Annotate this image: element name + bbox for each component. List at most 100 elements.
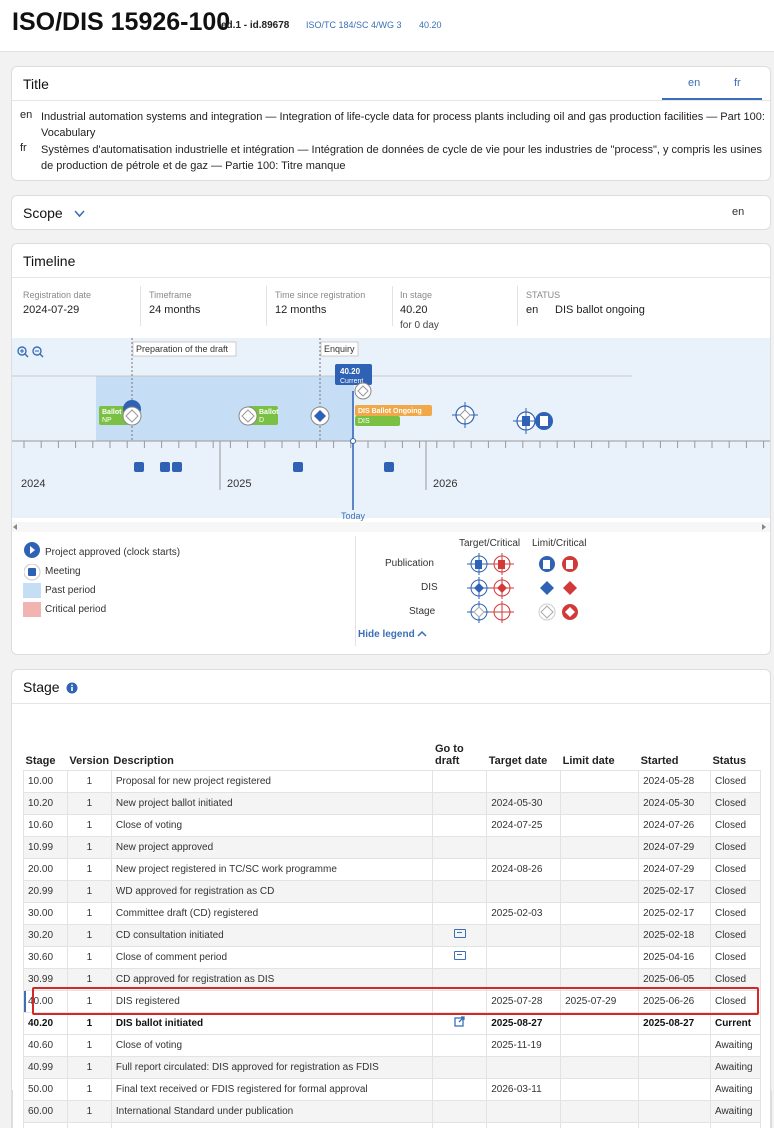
scope-card[interactable]: Scope en [11,195,771,230]
cell-desc: DIS ballot initiated [110,1011,434,1035]
current-stage-code: 40.20 [340,367,361,376]
cell-started: 2024-07-29 [638,857,711,881]
fact-label: STATUS [526,290,561,300]
today-label: Today [341,511,366,521]
cell-limit [560,879,640,903]
year-label-2026: 2026 [433,478,457,490]
cell-target [486,769,562,793]
chevron-down-icon[interactable] [74,210,85,218]
cell-draft [432,1055,488,1079]
cell-draft [432,835,488,859]
cell-started: 2024-07-26 [638,813,711,837]
meeting-icon [293,462,303,472]
cell-status-text: Closed [714,775,747,787]
cell-desc-text: Close of comment period [115,951,228,963]
cell-draft [432,857,488,881]
cell-version: 1 [66,901,112,925]
table-row: 40.20 1 DIS ballot initiated 2025-08-27 2025… [23,1011,762,1035]
cell-desc: Committee draft (CD) registered [110,901,434,925]
cell-stage-text: 30.60 [28,951,54,963]
cell-limit [560,791,640,815]
cell-started: 2025-08-27 [638,1011,711,1035]
cell-stage: 40.00 [23,989,68,1013]
table-row: 20.99 1 WD approved for registration as CD… [23,879,762,903]
cell-version-text: 1 [86,1039,93,1051]
critical-period-swatch [23,602,41,617]
stage-card-border [12,1090,772,1128]
cell-stage: 30.00 [23,901,68,925]
timeline-chart[interactable]: Preparation of the draft Enquiry Ballot … [12,338,770,534]
cell-stage-text: 40.00 [28,995,54,1007]
page-header: ISO/DIS 15926-100 ed.1 - id.89678 ISO/TC… [0,0,774,52]
cell-stage: 30.60 [23,945,68,969]
tab-fr[interactable]: fr [734,77,741,89]
draft-document-icon[interactable] [453,929,466,938]
title-heading: Title [23,76,49,92]
committee-link[interactable]: ISO/TC 184/SC 4/WG 3 [306,20,402,30]
cell-started: 2024-07-29 [638,835,711,859]
table-row: 40.99 1 Full report circulated: DIS approv… [23,1055,762,1079]
cell-stage: 10.99 [23,835,68,859]
cell-version: 1 [66,1033,112,1057]
col-version: Version [69,754,110,767]
table-row: 40.60 1 Close of voting 2025-11-19 Awaiting [23,1033,762,1057]
cell-draft [432,1033,488,1057]
cell-draft [432,769,488,793]
cell-desc: CD approved for registration as DIS [110,967,434,991]
cell-status-text: Closed [714,973,747,985]
cell-version-text: 1 [86,1061,93,1073]
fact-separator [392,286,393,326]
publication-target-icon [467,553,491,575]
hide-legend-link[interactable]: Hide legend [358,629,415,640]
cell-draft[interactable] [432,945,488,969]
publication-limit-icon[interactable] [535,412,553,430]
cell-limit [560,813,640,837]
cell-stage-text: 10.20 [28,797,54,809]
cell-desc-text: New project approved [115,841,214,853]
fact-value: 40.20 [400,304,428,316]
cell-version: 1 [66,989,112,1013]
cell-stage: 40.20 [23,1011,68,1035]
year-label-2025: 2025 [227,478,251,490]
tab-en[interactable]: en [688,77,700,89]
fact-separator [517,286,518,326]
cell-draft[interactable] [432,1011,488,1035]
cell-status: Closed [709,791,762,815]
cell-started: 2024-05-30 [638,791,711,815]
stage-limit-icon [538,603,556,621]
cell-status: Closed [709,813,762,837]
dis-label: DIS [358,418,370,425]
cell-desc-text: CD approved for registration as DIS [115,973,275,985]
chevron-up-icon[interactable] [417,630,427,638]
cell-version-text: 1 [86,1017,93,1029]
cell-stage-text: 40.60 [28,1039,54,1051]
draft-document-icon[interactable] [453,951,466,960]
cell-target [486,967,562,991]
col-limit-date: Limit date [562,754,615,767]
cell-draft [432,901,488,925]
info-icon[interactable] [66,682,78,694]
cell-started-text: 2025-06-05 [643,973,695,985]
scope-heading[interactable]: Scope [23,205,63,221]
external-link-icon[interactable] [454,1016,466,1027]
fact-label: Registration date [23,290,92,300]
fact-lang: en [526,304,539,316]
milestone-enquiry-label: Enquiry [324,344,355,354]
cell-target-text: 2025-08-27 [491,1017,543,1029]
table-row: 30.60 1 Close of comment period 2025-04-16 C… [23,945,762,969]
cell-stage-text: 20.00 [28,863,54,875]
page-title: ISO/DIS 15926-100 [12,8,231,36]
timeline-scrollbar[interactable] [12,522,770,532]
cell-target-text: 2024-08-26 [491,863,543,875]
cell-started-text: 2024-07-29 [643,841,695,853]
cell-status-text: Closed [714,841,747,853]
cell-target: 2024-05-30 [486,791,562,815]
cell-limit-text: 2025-07-29 [565,995,617,1007]
cell-draft[interactable] [432,923,488,947]
table-row: 10.20 1 New project ballot initiated 2024-0… [23,791,762,815]
legend-row-dis: DIS [421,582,438,593]
stage-link[interactable]: 40.20 [419,20,442,30]
cell-desc-text: Full report circulated: DIS approved for… [115,1061,379,1073]
cell-limit [560,857,640,881]
table-row: 30.20 1 CD consultation initiated 2025-02-1… [23,923,762,947]
